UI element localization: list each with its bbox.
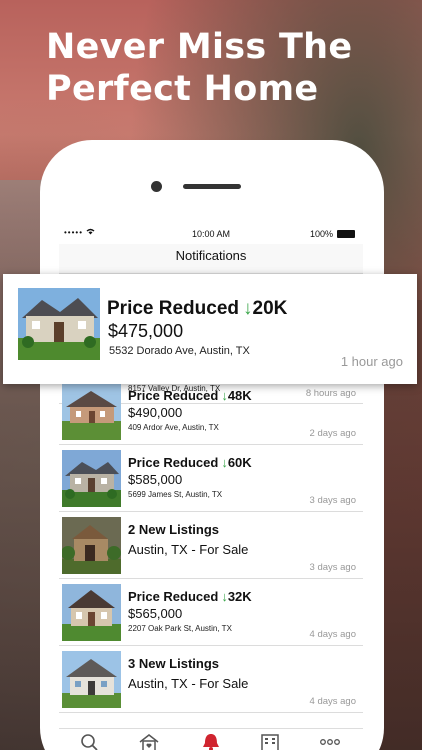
notification-price: $565,000 bbox=[128, 606, 183, 621]
notification-title: Price Reduced ↓60K bbox=[128, 455, 252, 470]
notification-subtitle: Austin, TX - For Sale bbox=[128, 542, 249, 557]
status-bar: ••••• 10:00 AM 100% bbox=[59, 224, 363, 244]
camera-icon bbox=[151, 181, 162, 192]
featured-notification-card[interactable]: Price Reduced ↓20K $475,000 5532 Dorado A… bbox=[3, 274, 417, 384]
notification-title: Price Reduced ↓32K bbox=[128, 589, 252, 604]
battery-percent: 100% bbox=[309, 229, 333, 239]
search-icon[interactable] bbox=[79, 733, 101, 750]
house-thumbnail bbox=[62, 517, 121, 574]
notification-row[interactable]: Price Reduced ↓60K $585,000 5699 James St… bbox=[59, 445, 363, 512]
notification-time: 2 days ago bbox=[309, 428, 356, 439]
speaker-grille bbox=[183, 184, 241, 189]
nav-bar: Notifications bbox=[59, 244, 363, 274]
arrow-down-icon: ↓60K bbox=[221, 455, 252, 470]
notification-address: 5699 James St, Austin, TX bbox=[128, 490, 223, 499]
house-thumbnail bbox=[62, 450, 121, 507]
notification-time: 3 days ago bbox=[309, 495, 356, 506]
notification-price: $585,000 bbox=[128, 472, 183, 487]
notification-list: Price Reduced ↓48K $490,000 409 Ardor Ave… bbox=[59, 378, 363, 713]
battery-icon bbox=[337, 230, 355, 238]
notification-title: 2 New Listings bbox=[128, 522, 220, 537]
house-thumbnail bbox=[18, 288, 100, 360]
notification-time: 4 days ago bbox=[309, 629, 356, 640]
notification-address: 409 Ardor Ave, Austin, TX bbox=[128, 423, 219, 432]
featured-title: Price Reduced ↓20K bbox=[107, 298, 288, 319]
featured-time: 1 hour ago bbox=[340, 354, 403, 369]
house-thumbnail bbox=[62, 383, 121, 440]
notification-subtitle: Austin, TX - For Sale bbox=[128, 676, 249, 691]
house-thumbnail bbox=[62, 651, 121, 708]
arrow-down-icon: ↓48K bbox=[221, 388, 252, 403]
featured-address: 5532 Dorado Ave, Austin, TX bbox=[109, 345, 250, 357]
notification-row[interactable]: Price Reduced ↓48K $490,000 409 Ardor Ave… bbox=[59, 378, 363, 445]
notification-row[interactable]: 2 New Listings Austin, TX - For Sale 3 d… bbox=[59, 512, 363, 579]
notification-address: 2207 Oak Park St, Austin, TX bbox=[128, 624, 232, 633]
tab-bar bbox=[59, 728, 363, 750]
notification-row[interactable]: Price Reduced ↓32K $565,000 2207 Oak Park… bbox=[59, 579, 363, 646]
arrow-down-icon: ↓32K bbox=[221, 589, 252, 604]
more-icon[interactable] bbox=[319, 733, 341, 750]
house-thumbnail bbox=[62, 584, 121, 641]
notification-title: 3 New Listings bbox=[128, 656, 220, 671]
bell-icon[interactable] bbox=[200, 733, 222, 750]
arrow-down-icon: ↓20K bbox=[243, 298, 288, 319]
notification-time: 3 days ago bbox=[309, 562, 356, 573]
notification-time: 4 days ago bbox=[309, 696, 356, 707]
building-icon[interactable] bbox=[259, 733, 281, 750]
notification-row[interactable]: 3 New Listings Austin, TX - For Sale 4 d… bbox=[59, 646, 363, 713]
headline-line-1: Never Miss The bbox=[46, 27, 353, 67]
nav-title: Notifications bbox=[175, 248, 247, 263]
notification-price: $490,000 bbox=[128, 405, 183, 420]
headline-line-2: Perfect Home bbox=[46, 69, 319, 109]
notification-title: Price Reduced ↓48K bbox=[128, 388, 252, 403]
headline: Never Miss The Perfect Home bbox=[46, 26, 386, 110]
home-heart-icon[interactable] bbox=[138, 733, 160, 750]
featured-price: $475,000 bbox=[108, 321, 184, 341]
